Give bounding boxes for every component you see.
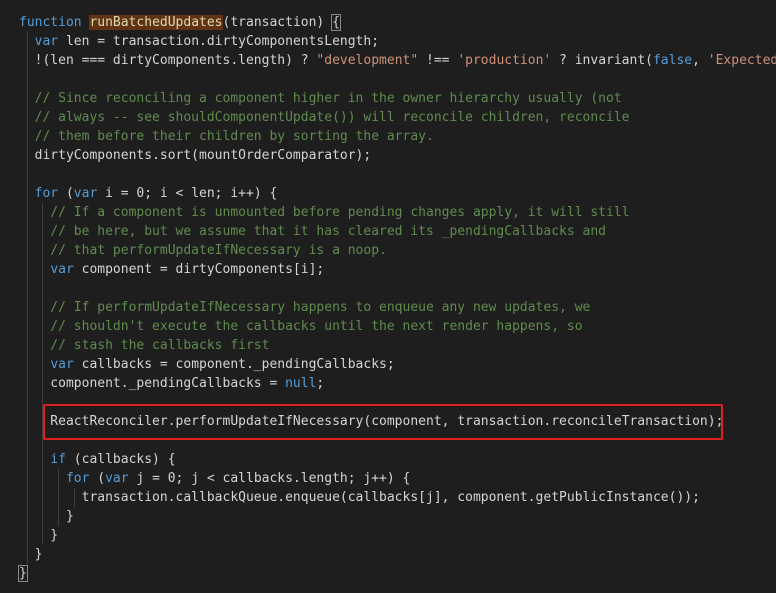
code-token: var — [50, 357, 74, 372]
code-token: for — [34, 186, 59, 201]
code-token: function — [19, 15, 82, 30]
code-line: } — [19, 507, 74, 526]
code-token: } — [19, 547, 43, 562]
code-line: } — [18, 564, 28, 583]
code-line: component._pendingCallbacks = null; — [19, 374, 324, 393]
code-token: false — [652, 53, 693, 68]
code-line: if (callbacks) { — [19, 450, 176, 469]
code-token: } — [18, 565, 28, 582]
code-token: j = 0; j < callbacks.length; j++) { — [128, 471, 411, 486]
code-token: !== — [418, 53, 458, 68]
code-token: component._pendingCallbacks = — [19, 376, 286, 391]
code-line: ReactReconciler.performUpdateIfNecessary… — [19, 412, 723, 431]
code-token: "development" — [316, 53, 419, 68]
code-editor[interactable]: function runBatchedUpdates(transaction) … — [0, 0, 776, 593]
code-line: !(len === dirtyComponents.length) ? "dev… — [19, 51, 776, 70]
code-line: // them before their children by sorting… — [19, 127, 434, 146]
code-token: ReactReconciler.performUpdateIfNecessary… — [19, 414, 724, 429]
code-token: (transaction) — [222, 15, 333, 30]
code-token: { — [331, 14, 341, 31]
code-token: ? invariant( — [551, 53, 653, 68]
code-token: // shouldn't execute the callbacks until… — [19, 319, 583, 334]
code-line: for (var i = 0; i < len; i++) { — [19, 184, 278, 203]
code-token: if — [50, 452, 66, 467]
code-token: i = 0; i < len; i++) { — [97, 186, 278, 201]
code-token: ( — [89, 471, 106, 486]
code-token: transaction.callbackQueue.enqueue(callba… — [19, 490, 700, 505]
code-line: transaction.callbackQueue.enqueue(callba… — [19, 488, 700, 507]
code-line: // If performUpdateIfNecessary happens t… — [19, 298, 590, 317]
code-token: // them before their children by sorting… — [19, 129, 434, 144]
code-token: var — [50, 262, 74, 277]
code-line: // shouldn't execute the callbacks until… — [19, 317, 583, 336]
code-line: // stash the callbacks first — [19, 336, 269, 355]
code-line: // that performUpdateIfNecessary is a no… — [19, 241, 387, 260]
code-line: function runBatchedUpdates(transaction) … — [19, 13, 341, 32]
code-token: null — [285, 376, 317, 391]
code-token: // that performUpdateIfNecessary is a no… — [19, 243, 387, 258]
code-token: // Since reconciling a component higher … — [19, 91, 622, 106]
code-token: , — [692, 53, 708, 68]
code-line: dirtyComponents.sort(mountOrderComparato… — [19, 146, 372, 165]
code-line: } — [19, 526, 58, 545]
code-line: // always -- see shouldComponentUpdate()… — [19, 108, 630, 127]
code-token: callbacks = component._pendingCallbacks; — [73, 357, 395, 372]
code-token: ( — [58, 186, 74, 201]
code-token: // be here, but we assume that it has cl… — [19, 224, 606, 239]
code-line: var component = dirtyComponents[i]; — [19, 260, 324, 279]
code-token: // If performUpdateIfNecessary happens t… — [19, 300, 591, 315]
code-line: // If a component is unmounted before pe… — [19, 203, 629, 222]
code-token: runBatchedUpdates — [89, 15, 223, 30]
code-token: var — [73, 186, 98, 201]
code-line: // Since reconciling a component higher … — [19, 89, 622, 108]
code-token: // stash the callbacks first — [19, 338, 270, 353]
code-token: !(len === dirtyComponents.length) ? — [19, 53, 317, 68]
code-token: // always -- see shouldComponentUpdate()… — [19, 110, 630, 125]
code-token: 'Expected — [707, 53, 776, 68]
code-line: // be here, but we assume that it has cl… — [19, 222, 606, 241]
code-line: var len = transaction.dirtyComponentsLen… — [19, 32, 379, 51]
code-token: (callbacks) { — [65, 452, 176, 467]
code-token: var — [34, 34, 59, 49]
code-token: } — [19, 509, 74, 524]
code-line: for (var j = 0; j < callbacks.length; j+… — [19, 469, 410, 488]
code-token: var — [105, 471, 129, 486]
code-line: var callbacks = component._pendingCallba… — [19, 355, 395, 374]
code-token: ; — [316, 376, 325, 391]
code-line: } — [19, 545, 43, 564]
code-token: for — [65, 471, 90, 486]
code-token: len = transaction.dirtyComponentsLength; — [58, 34, 380, 49]
code-token: // If a component is unmounted before pe… — [19, 205, 630, 220]
code-token: 'production' — [457, 53, 552, 68]
code-token: dirtyComponents.sort(mountOrderComparato… — [19, 148, 372, 163]
code-token: component = dirtyComponents[i]; — [73, 262, 325, 277]
code-token: } — [19, 528, 59, 543]
